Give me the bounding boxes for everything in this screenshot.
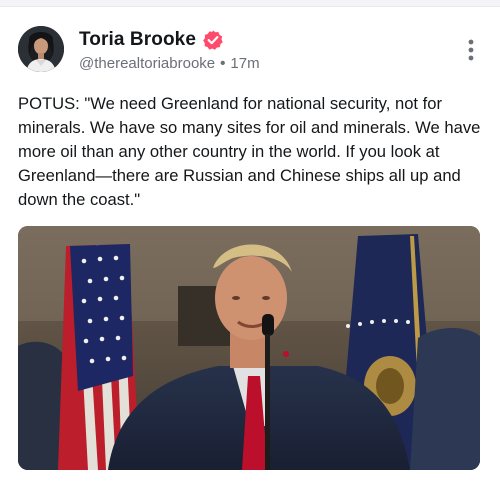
social-post: Toria Brooke @therealtoriabrooke • 17m P…	[0, 0, 500, 490]
avatar[interactable]	[18, 26, 64, 72]
post-video-thumbnail[interactable]	[18, 226, 480, 470]
bottom-spacer	[0, 480, 500, 490]
author-block: Toria Brooke @therealtoriabrooke • 17m	[79, 28, 260, 72]
post-timestamp: 17m	[230, 55, 260, 72]
post-text: POTUS: "We need Greenland for national s…	[18, 94, 481, 209]
verified-badge-icon	[202, 29, 224, 51]
author-handle[interactable]: @therealtoriabrooke	[79, 55, 215, 72]
author-name[interactable]: Toria Brooke	[79, 29, 196, 51]
divider	[0, 0, 500, 7]
meta-row: @therealtoriabrooke • 17m	[79, 55, 260, 72]
post-header: Toria Brooke @therealtoriabrooke • 17m	[18, 26, 482, 76]
name-row: Toria Brooke	[79, 28, 260, 52]
more-vertical-icon[interactable]	[466, 38, 476, 62]
meta-separator: •	[220, 55, 226, 72]
